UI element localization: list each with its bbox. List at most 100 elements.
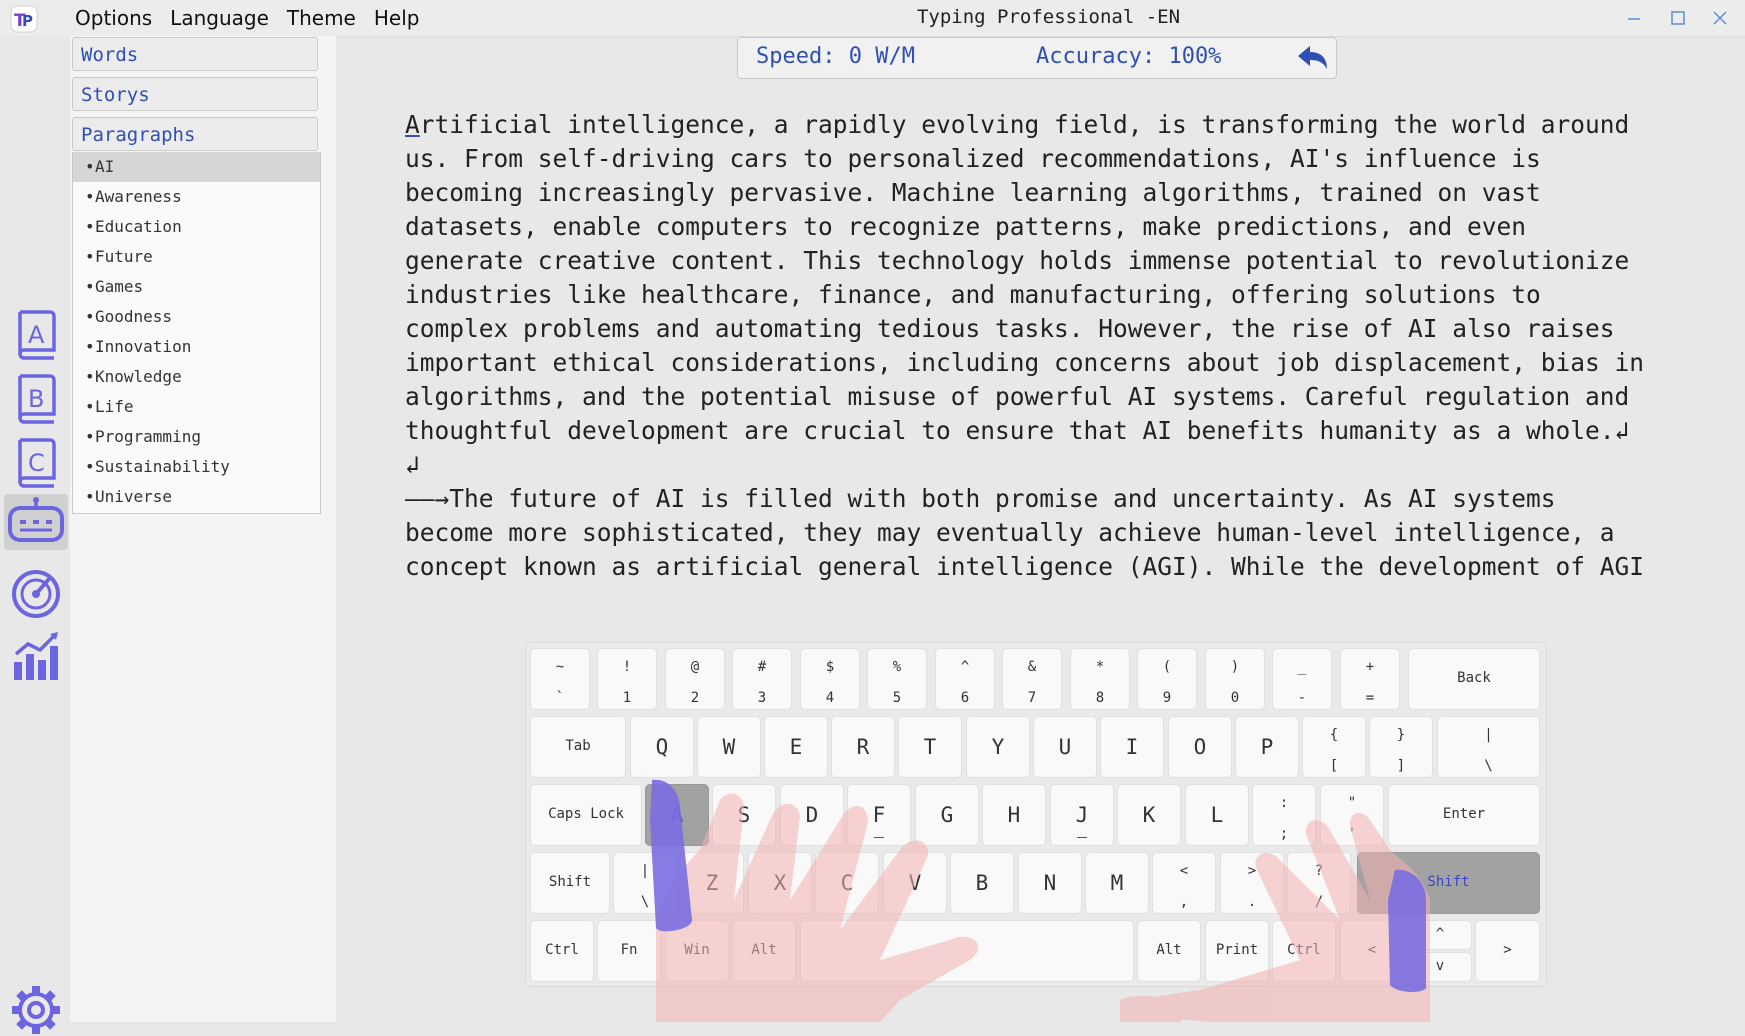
list-item-education[interactable]: •Education — [73, 212, 320, 242]
category-paragraphs[interactable]: Paragraphs — [72, 117, 318, 151]
key-semicolon[interactable]: :; — [1252, 784, 1316, 846]
key-j[interactable]: J — [1050, 784, 1114, 846]
key-tilde[interactable]: ~ ` — [530, 648, 590, 710]
list-item-universe[interactable]: •Universe — [73, 482, 320, 512]
key-equals[interactable]: + = — [1340, 648, 1400, 710]
close-icon[interactable] — [1706, 6, 1734, 30]
key-left-shift[interactable]: Shift — [530, 852, 610, 914]
robot-icon[interactable] — [4, 494, 68, 550]
key-fn[interactable]: Fn — [597, 920, 661, 982]
key-bracket-left[interactable]: {[ — [1302, 716, 1366, 778]
key-y[interactable]: Y — [966, 716, 1030, 778]
key-2[interactable]: @2 — [665, 648, 725, 710]
key-caps-lock[interactable]: Caps Lock — [530, 784, 642, 846]
category-storys[interactable]: Storys — [72, 77, 318, 111]
list-item-sustainability[interactable]: •Sustainability — [73, 452, 320, 482]
key-e[interactable]: E — [764, 716, 828, 778]
list-item-life[interactable]: •Life — [73, 392, 320, 422]
key-b[interactable]: B — [950, 852, 1014, 914]
list-item-games[interactable]: •Games — [73, 272, 320, 302]
key-r[interactable]: R — [831, 716, 895, 778]
key-8[interactable]: * 8 — [1070, 648, 1130, 710]
speedometer-icon[interactable] — [8, 564, 64, 620]
book-b-icon[interactable]: B — [8, 370, 64, 426]
key-back[interactable]: Back — [1408, 648, 1540, 710]
key-enter[interactable]: Enter — [1388, 784, 1540, 846]
key-backslash[interactable]: | \ — [1437, 716, 1540, 778]
key-i[interactable]: I — [1100, 716, 1164, 778]
key-comma[interactable]: <, — [1152, 852, 1216, 914]
minimize-icon[interactable] — [1620, 6, 1648, 30]
key-arrow-left[interactable]: < — [1340, 920, 1404, 982]
key-s[interactable]: S — [712, 784, 776, 846]
list-item-goodness[interactable]: •Goodness — [73, 302, 320, 332]
key-v[interactable]: V — [883, 852, 947, 914]
key-n[interactable]: N — [1018, 852, 1082, 914]
key-h[interactable]: H — [982, 784, 1046, 846]
key-5[interactable]: % 5 — [867, 648, 927, 710]
key-arrow-right[interactable]: > — [1475, 920, 1540, 982]
key-q[interactable]: Q — [630, 716, 694, 778]
key-9[interactable]: (9 — [1137, 648, 1197, 710]
key-4[interactable]: $4 — [800, 648, 860, 710]
key-g[interactable]: G — [915, 784, 979, 846]
key-6[interactable]: ^ 6 — [935, 648, 995, 710]
key-l[interactable]: L — [1185, 784, 1249, 846]
key-x[interactable]: X — [748, 852, 812, 914]
gear-icon[interactable] — [10, 984, 62, 1036]
menu-help[interactable]: Help — [365, 4, 429, 32]
key-right-alt[interactable]: Alt — [1137, 920, 1201, 982]
list-item-label: Goodness — [95, 307, 173, 326]
book-c-icon[interactable]: C — [8, 434, 64, 490]
list-item-innovation[interactable]: •Innovation — [73, 332, 320, 362]
list-item-knowledge[interactable]: •Knowledge — [73, 362, 320, 392]
key-m[interactable]: M — [1085, 852, 1149, 914]
key-period[interactable]: >. — [1220, 852, 1284, 914]
key-w[interactable]: W — [697, 716, 761, 778]
key-bracket-right[interactable]: }] — [1369, 716, 1433, 778]
book-a-icon[interactable]: A — [8, 306, 64, 362]
key-c[interactable]: C — [815, 852, 879, 914]
key-a[interactable]: A — [645, 784, 709, 846]
key-right-shift[interactable]: Shift — [1357, 852, 1540, 914]
list-item-ai[interactable]: •AI — [73, 152, 320, 182]
key-minus[interactable]: _ - — [1272, 648, 1332, 710]
menu-options[interactable]: Options — [66, 4, 161, 32]
key-1[interactable]: ! 1 — [597, 648, 657, 710]
key-f[interactable]: F — [847, 784, 911, 846]
menu-language[interactable]: Language — [161, 4, 278, 32]
key-u[interactable]: U — [1033, 716, 1097, 778]
key-pipe[interactable]: | \ — [613, 852, 677, 914]
key-upper: ~ — [555, 659, 565, 675]
key-arrow-up[interactable]: ^ — [1408, 920, 1472, 950]
key-o[interactable]: O — [1168, 716, 1232, 778]
list-item-awareness[interactable]: •Awareness — [73, 182, 320, 212]
maximize-icon[interactable] — [1664, 6, 1692, 30]
text-line: concept known as artificial general inte… — [405, 552, 1645, 581]
list-item-future[interactable]: •Future — [73, 242, 320, 272]
key-quote[interactable]: " ' — [1320, 784, 1384, 846]
list-item-programming[interactable]: •Programming — [73, 422, 320, 452]
key-alt[interactable]: Alt — [732, 920, 796, 982]
key-space[interactable] — [800, 920, 1134, 982]
typing-text[interactable]: Artificial intelligence, a rapidly evolv… — [405, 108, 1705, 584]
key-ctrl[interactable]: Ctrl — [530, 920, 594, 982]
key-right-ctrl[interactable]: Ctrl — [1272, 920, 1336, 982]
key-win[interactable]: Win — [665, 920, 729, 982]
key-arrow-down[interactable]: v — [1408, 952, 1472, 982]
menu-theme[interactable]: Theme — [278, 4, 365, 32]
key-3[interactable]: #3 — [732, 648, 792, 710]
key-print[interactable]: Print — [1205, 920, 1269, 982]
key-7[interactable]: & 7 — [1002, 648, 1062, 710]
key-tab[interactable]: Tab — [530, 716, 626, 778]
key-slash[interactable]: ? / — [1287, 852, 1351, 914]
chart-icon[interactable] — [8, 628, 64, 684]
category-words[interactable]: Words — [72, 37, 318, 71]
key-z[interactable]: Z — [680, 852, 744, 914]
key-0[interactable]: ) 0 — [1205, 648, 1265, 710]
key-t[interactable]: T — [898, 716, 962, 778]
key-k[interactable]: K — [1117, 784, 1181, 846]
key-p[interactable]: P — [1235, 716, 1299, 778]
key-d[interactable]: D — [780, 784, 844, 846]
undo-icon[interactable] — [1294, 42, 1330, 74]
